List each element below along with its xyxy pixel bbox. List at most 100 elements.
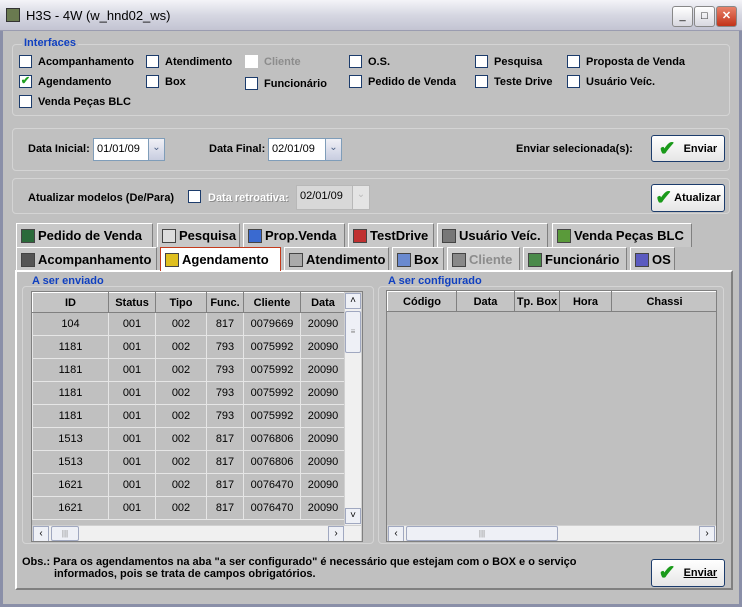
scroll-left-button[interactable]: ‹ (33, 526, 49, 541)
checkbox-box[interactable] (146, 55, 159, 68)
checkbox-box (245, 55, 258, 68)
enviar-button[interactable]: ✔ Enviar (651, 135, 725, 162)
table-cell: 002 (155, 358, 207, 382)
close-button[interactable]: ✕ (716, 6, 737, 27)
title-bar[interactable]: H3S - 4W (w_hnd02_ws) _ □ ✕ (0, 0, 742, 31)
tab-usu-rio-ve-c-[interactable]: Usuário Veíc. (437, 223, 548, 247)
horizontal-scrollbar[interactable] (32, 525, 362, 541)
tab-os[interactable]: OS (630, 247, 675, 271)
data-inicial-dropdown[interactable]: ⌄ (148, 138, 165, 161)
column-header[interactable]: Func. (206, 292, 244, 313)
checkbox-box[interactable] (567, 75, 580, 88)
checkbox-agendamento[interactable]: ✔ Agendamento (19, 75, 111, 88)
checkbox-venda-pe-as-blc[interactable]: Venda Peças BLC (19, 95, 131, 108)
enviar-label: Enviar (683, 567, 718, 579)
checkbox-box[interactable]: Box (146, 75, 186, 88)
vertical-scroll-thumb[interactable]: ≡ (345, 311, 361, 353)
checkbox-box[interactable] (567, 55, 580, 68)
column-header[interactable]: Data (456, 291, 515, 312)
tab-acompanhamento[interactable]: Acompanhamento (16, 247, 157, 271)
tab-funcion-rio[interactable]: Funcionário (523, 247, 627, 271)
column-header[interactable]: Data (300, 292, 346, 313)
column-header[interactable]: Chassi (611, 291, 716, 312)
tab-atendimento[interactable]: Atendimento (284, 247, 389, 271)
checkbox-box[interactable] (349, 55, 362, 68)
table-row[interactable]: 1513 001 002 817 0076806 20090 (32, 427, 346, 451)
tab-venda-pe-as-blc[interactable]: Venda Peças BLC (552, 223, 692, 247)
checkbox-pedido-de-venda[interactable]: Pedido de Venda (349, 75, 456, 88)
checkbox-teste-drive[interactable]: Teste Drive (475, 75, 553, 88)
tab-testdrive[interactable]: TestDrive (348, 223, 434, 247)
table-row[interactable]: 1181 001 002 793 0075992 20090 (32, 404, 346, 428)
table-row[interactable]: 1621 001 002 817 0076470 20090 (32, 473, 346, 497)
column-header[interactable]: ID (32, 292, 109, 313)
scroll-left-button[interactable]: ‹ (388, 526, 404, 541)
table-row[interactable]: 1513 001 002 817 0076806 20090 (32, 450, 346, 474)
tab-pedido-de-venda[interactable]: Pedido de Venda (16, 223, 153, 247)
atualizar-label: Atualizar (674, 192, 721, 204)
checkbox-box[interactable] (19, 95, 32, 108)
data-inicial-input[interactable]: 01/01/09 (93, 138, 149, 161)
table-row[interactable]: 1621 001 002 817 0076470 20090 (32, 496, 346, 520)
tab-pesquisa[interactable]: Pesquisa (157, 223, 240, 247)
enviar-bottom-button[interactable]: ✔ Enviar (651, 559, 725, 587)
checkbox-label: Agendamento (38, 75, 112, 88)
data-final-dropdown[interactable]: ⌄ (325, 138, 342, 161)
table-cell: 002 (155, 404, 207, 428)
scroll-down-button[interactable]: ˅ (345, 508, 361, 524)
checkbox-box[interactable]: ✔ (19, 75, 32, 88)
table-cell: 20090 (300, 381, 346, 405)
table-cell: 793 (206, 358, 244, 382)
checkbox-proposta-de-venda[interactable]: Proposta de Venda (567, 55, 685, 68)
table-row[interactable]: 1181 001 002 793 0075992 20090 (32, 358, 346, 382)
checkbox-box[interactable] (349, 75, 362, 88)
checkbox-funcion-rio[interactable]: Funcionário (245, 77, 327, 90)
tab-prop-venda[interactable]: Prop.Venda (243, 223, 345, 247)
windows-icon (397, 252, 411, 267)
tab-label: Box (414, 252, 439, 267)
checkbox-usu-rio-ve-c-[interactable]: Usuário Veíc. (567, 75, 655, 88)
column-header[interactable]: Tipo (155, 292, 207, 313)
tab-agendamento[interactable]: Agendamento (160, 247, 281, 271)
table-cell: 1181 (32, 381, 109, 405)
scroll-right-button[interactable]: › (699, 526, 715, 541)
scroll-right-button[interactable]: › (328, 526, 344, 541)
column-header[interactable]: Tp. Box (514, 291, 560, 312)
atualizar-modelos-label: Atualizar modelos (De/Para) (28, 192, 175, 204)
maximize-button[interactable]: □ (694, 6, 715, 27)
column-header[interactable]: Código (387, 291, 457, 312)
table-cell: 001 (108, 358, 156, 382)
minimize-button[interactable]: _ (672, 6, 693, 27)
checkbox-box[interactable] (475, 55, 488, 68)
horizontal-scroll-thumb[interactable]: ||| (51, 526, 79, 541)
checkbox-box[interactable] (475, 75, 488, 88)
table-cell: 20090 (300, 450, 346, 474)
checkbox-acompanhamento[interactable]: Acompanhamento (19, 55, 134, 68)
table-row[interactable]: 104 001 002 817 0079669 20090 (32, 312, 346, 336)
column-header[interactable]: Hora (559, 291, 612, 312)
checkbox-box[interactable] (146, 75, 159, 88)
table-row[interactable]: 1181 001 002 793 0075992 20090 (32, 335, 346, 359)
obs-line-1: Obs.: Para os agendamentos na aba "a ser… (22, 556, 577, 568)
checkbox-label: Cliente (264, 55, 301, 68)
column-header[interactable]: Status (108, 292, 156, 313)
atualizar-button[interactable]: ✔ Atualizar (651, 184, 725, 212)
checkbox-box[interactable] (245, 77, 258, 90)
table-row[interactable]: 1181 001 002 793 0075992 20090 (32, 381, 346, 405)
table-cell: 001 (108, 381, 156, 405)
checkbox-o-s-[interactable]: O.S. (349, 55, 390, 68)
table-cell: 1621 (32, 496, 109, 520)
horizontal-scroll-thumb[interactable]: ||| (406, 526, 558, 541)
table-cell: 001 (108, 312, 156, 336)
app-icon (6, 8, 20, 22)
tab-box[interactable]: Box (392, 247, 444, 271)
checkbox-box[interactable] (19, 55, 32, 68)
data-final-input[interactable]: 02/01/09 (268, 138, 326, 161)
checkbox-pesquisa[interactable]: Pesquisa (475, 55, 542, 68)
table-cell: 002 (155, 473, 207, 497)
atualizar-modelos-checkbox[interactable] (188, 190, 207, 203)
column-header[interactable]: Cliente (243, 292, 301, 313)
checkbox-atendimento[interactable]: Atendimento (146, 55, 232, 68)
table-cell: 0076806 (243, 427, 301, 451)
scroll-up-button[interactable]: ˄ (345, 293, 361, 309)
